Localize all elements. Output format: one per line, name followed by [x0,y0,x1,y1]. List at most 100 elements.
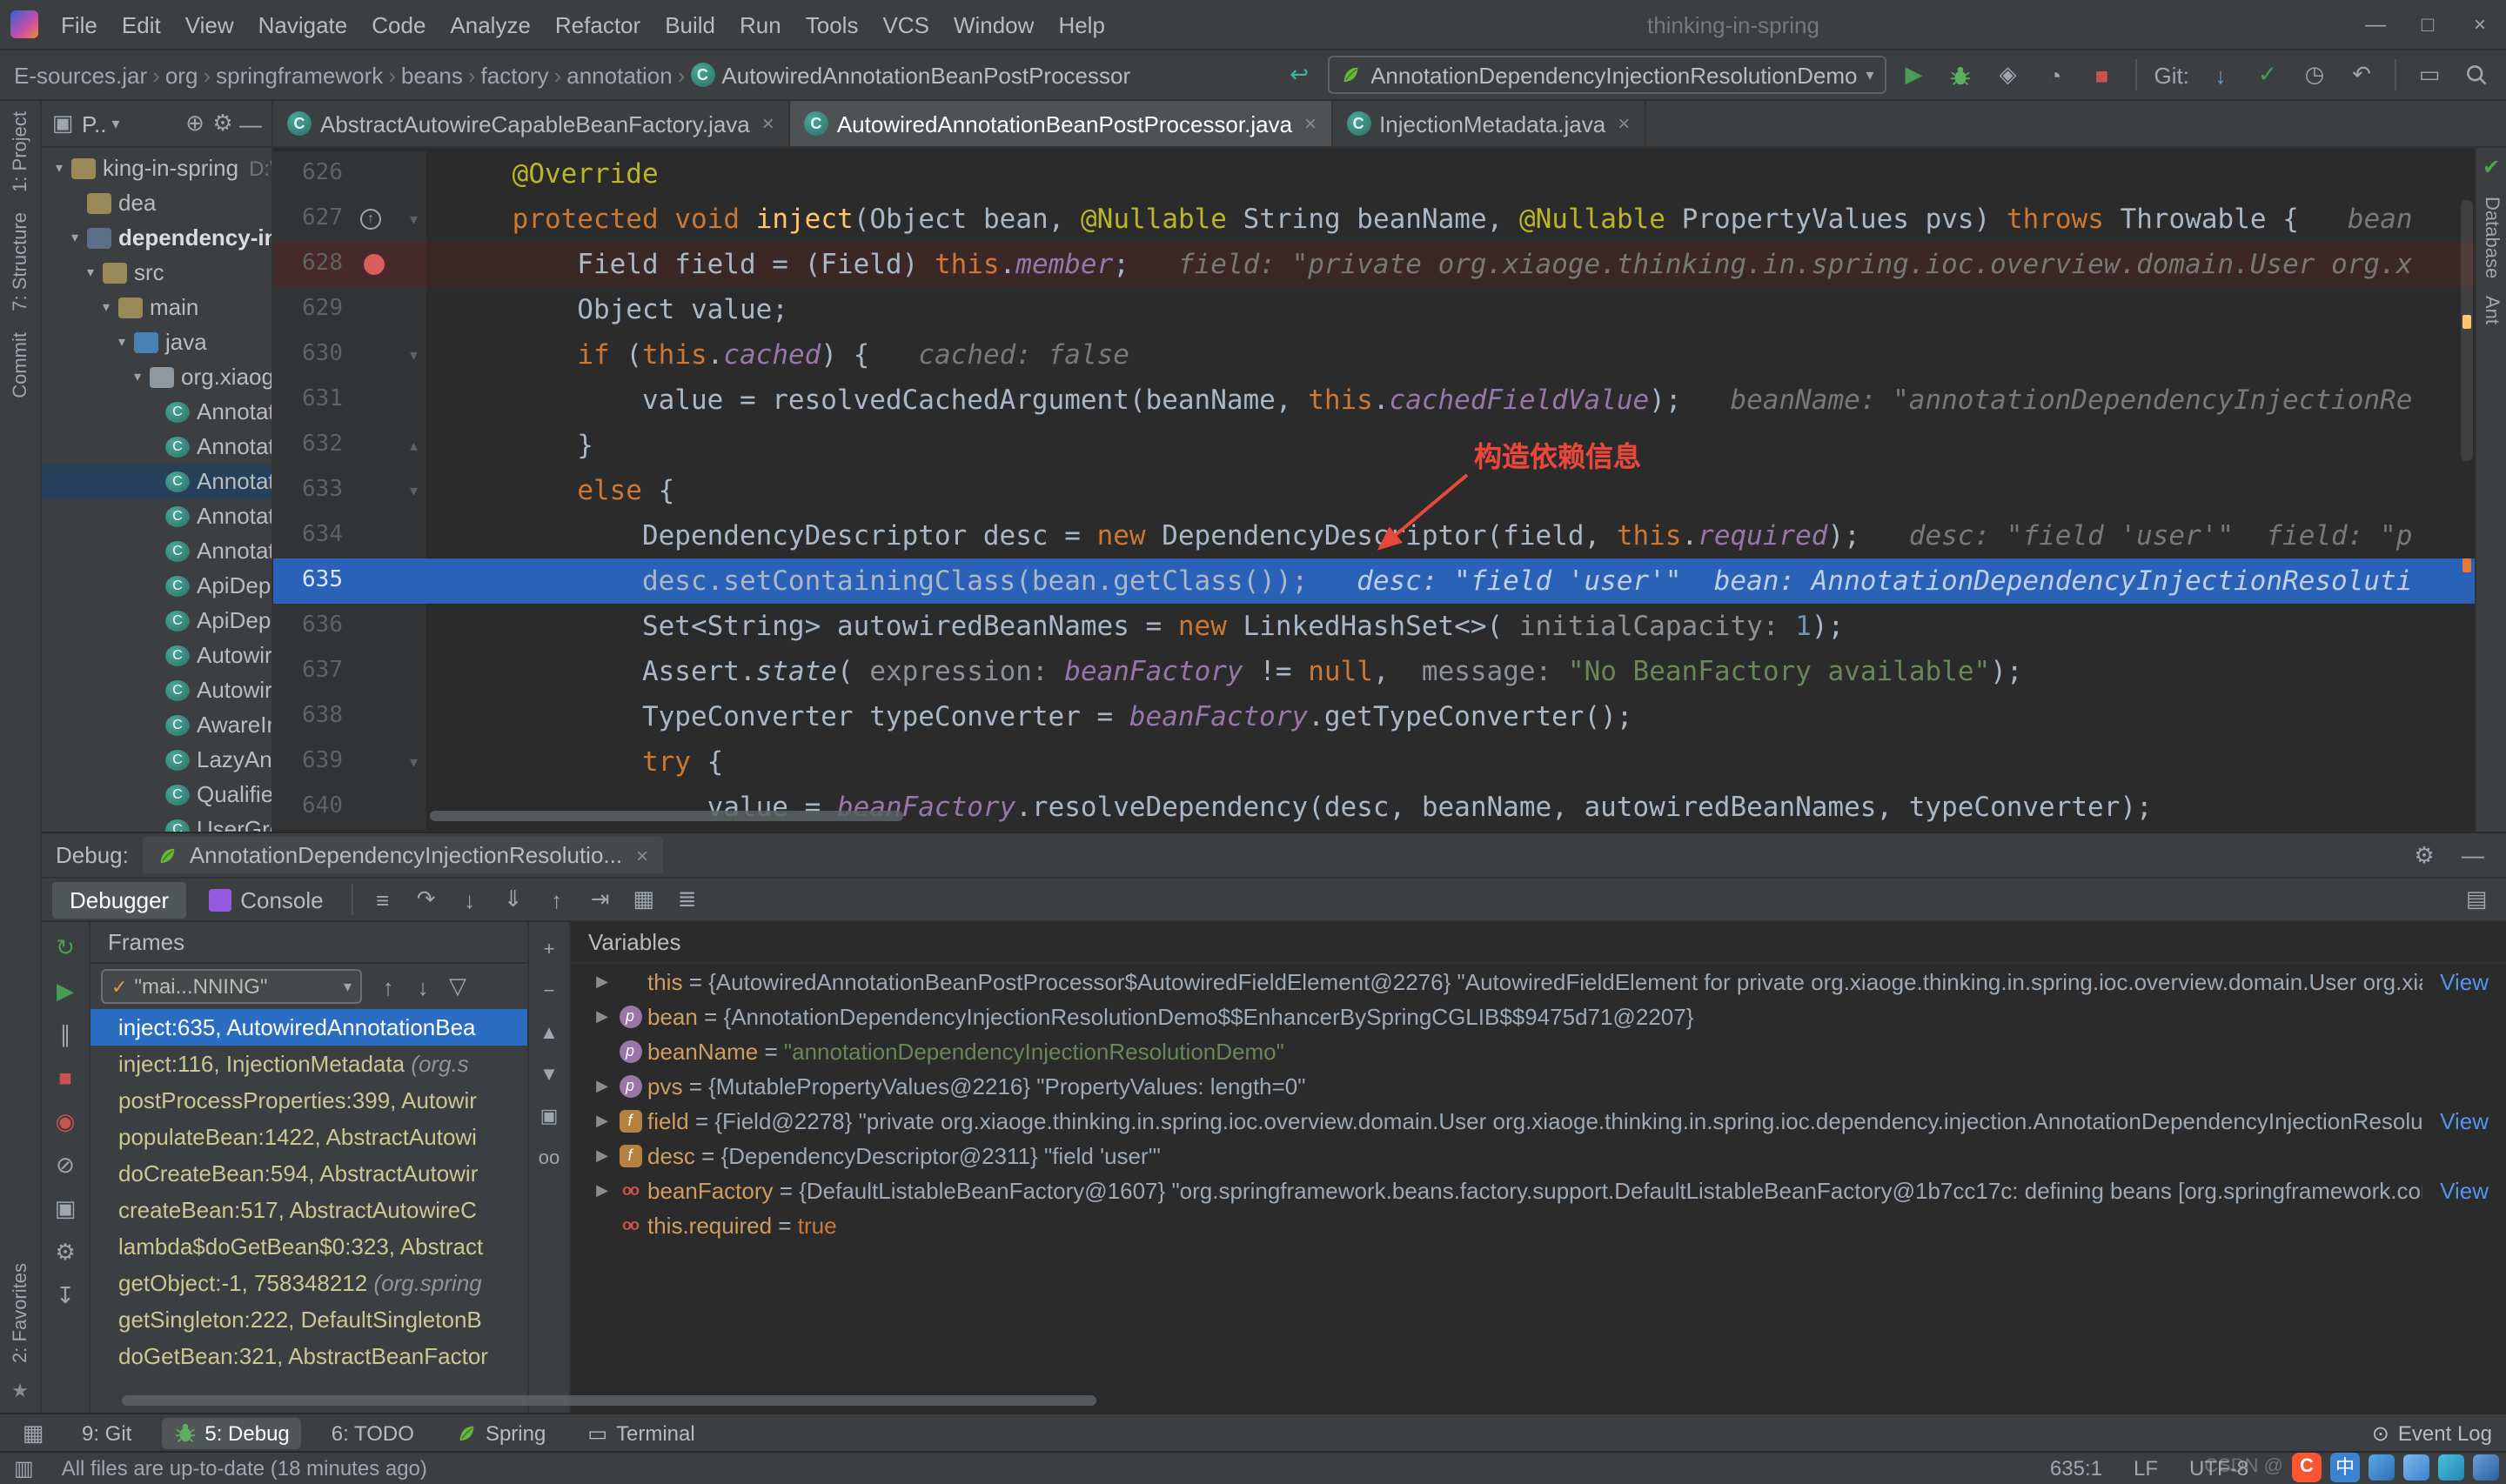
step-out-icon[interactable]: ↑ [538,882,576,917]
tree-item[interactable]: CAnnotati... [42,395,271,430]
pause-icon[interactable]: ∥ [46,1019,84,1049]
variable-row[interactable]: ▶ppvs = {MutablePropertyValues@2216} "Pr… [571,1068,2506,1103]
frame-item[interactable]: doGetBean:321, AbstractBeanFactor [90,1338,527,1374]
gutter[interactable] [357,513,426,558]
gutter[interactable]: ▾ [357,468,426,513]
frame-item[interactable]: postProcessProperties:399, Autowir [90,1082,527,1119]
code-line[interactable]: 636 Set<String> autowiredBeanNames = new… [273,604,2475,649]
pin-icon[interactable]: ↧ [46,1280,84,1310]
force-step-into-icon[interactable]: ⇓ [494,882,533,917]
tree-item[interactable]: ▾src [42,256,271,291]
close-icon[interactable]: × [636,843,648,867]
gutter[interactable] [357,378,426,423]
gutter[interactable]: ▾ [357,332,426,378]
toolwindow-stripe-ant[interactable]: Ant [2481,296,2502,324]
filter-frames-icon[interactable]: ▽ [442,969,473,1004]
step-over-icon[interactable]: ↷ [407,882,446,917]
expand-arrow-icon[interactable]: ▶ [588,972,616,991]
editor-tab[interactable]: CAutowiredAnnotationBeanPostProcessor.ja… [790,101,1332,146]
breadcrumb-item[interactable]: org [162,62,202,88]
debug-tab-console[interactable]: Console [191,881,340,918]
line-number[interactable]: 637 [273,649,357,694]
thread-selector[interactable]: ✓ "mai...NNING" ▾ [101,969,362,1004]
coverage-button[interactable]: ◈ [1989,57,2027,92]
debug-button[interactable] [1942,57,1980,92]
tree-item[interactable]: CUserGro... [42,812,271,832]
toolwindow-button-6-todo[interactable]: 6: TODO [319,1417,426,1448]
line-number[interactable]: 640 [273,785,357,830]
variable-row[interactable]: ▶ffield = {Field@2278} "private org.xiao… [571,1103,2506,1138]
variable-row[interactable]: ▶pbean = {AnnotationDependencyInjectionR… [571,999,2506,1033]
frame-item[interactable]: populateBean:1422, AbstractAutowi [90,1119,527,1155]
code-line[interactable]: 635 desc.setContainingClass(bean.getClas… [273,558,2475,604]
toolwindow-stripe-commit[interactable]: Commit [10,333,30,399]
run-configuration-select[interactable]: AnnotationDependencyInjectionResolutionD… [1327,56,1886,94]
gutter[interactable] [357,785,426,830]
menu-window[interactable]: Window [941,0,1047,50]
view-breakpoints-icon[interactable]: ◉ [46,1106,84,1136]
frame-item[interactable]: inject:635, AutowiredAnnotationBea [90,1009,527,1046]
close-tab-icon[interactable]: × [1618,111,1630,136]
code-line[interactable]: 632▴ } [273,423,2475,468]
debug-settings-icon[interactable]: ⚙ [46,1237,84,1267]
frame-item[interactable]: inject:116, InjectionMetadata (org.s [90,1046,527,1082]
tree-item[interactable]: dea [42,186,271,221]
toolwindow-button-5-debug[interactable]: 5: Debug [161,1417,301,1448]
breadcrumb-class[interactable]: CAutowiredAnnotationBeanPostProcessor [687,62,1134,88]
mute-breakpoints-icon[interactable]: ⊘ [46,1150,84,1180]
code-line[interactable]: 634 DependencyDescriptor desc = new Depe… [273,513,2475,558]
settings-icon[interactable]: ⚙ [209,106,237,141]
history-button[interactable]: ◷ [2295,57,2334,92]
menu-run[interactable]: Run [727,0,794,50]
toolwindow-button-spring[interactable]: Spring [444,1417,558,1448]
tree-item[interactable]: ▾org.xiaoge.t... [42,360,271,395]
panel-settings-icon[interactable]: ⚙ [2405,838,2443,872]
close-button[interactable]: × [2454,12,2506,37]
variable-row[interactable]: ▶oobeanFactory = {DefaultListableBeanFac… [571,1173,2506,1207]
overrides-icon[interactable]: ↑ [360,209,381,230]
tree-item[interactable]: ▾main [42,291,271,325]
menu-view[interactable]: View [173,0,246,50]
tree-item[interactable]: CAnnotati... [42,465,271,499]
frame-down-icon[interactable]: ↓ [407,969,439,1004]
line-number[interactable]: 630 [273,332,357,378]
hide-debug-icon[interactable]: ― [2454,838,2492,872]
breadcrumb-item[interactable]: beans [398,62,466,88]
tree-item[interactable]: ▾java [42,325,271,360]
variable-row[interactable]: ▶this = {AutowiredAnnotationBeanPostProc… [571,964,2506,999]
breadcrumb-item[interactable]: springframework [212,62,386,88]
tree-item[interactable]: CApiDepe... [42,569,271,604]
code-line[interactable]: 638 TypeConverter typeConverter = beanFa… [273,694,2475,739]
tree-item[interactable]: CAnnotati... [42,534,271,569]
view-link[interactable]: View [2440,1177,2496,1203]
line-number[interactable]: 626 [273,151,357,197]
line-separator[interactable]: LF [2134,1456,2158,1481]
toolwindow-stripe-7-structure[interactable]: 7: Structure [10,213,30,312]
rollback-button[interactable]: ↶ [2342,57,2381,92]
menu-vcs[interactable]: VCS [870,0,941,50]
gutter[interactable]: ↑▾ [357,197,426,242]
gutter[interactable] [357,151,426,197]
frame-item[interactable]: getObject:-1, 758348212 (org.spring [90,1265,527,1301]
move-watch-down-icon[interactable]: ▼ [533,1061,565,1087]
fold-icon[interactable]: ▴ [410,423,418,468]
expand-arrow-icon[interactable]: ▶ [588,1006,616,1026]
gutter[interactable] [357,287,426,332]
tree-item[interactable]: ▾king-in-springD:\wor [42,151,271,186]
frame-item[interactable]: doCreateBean:594, AbstractAutowir [90,1155,527,1192]
close-tab-icon[interactable]: × [762,111,774,136]
line-number[interactable]: 627 [273,197,357,242]
tree-item[interactable]: CApiDepe... [42,604,271,638]
line-number[interactable]: 638 [273,694,357,739]
view-breakpoints-grid-icon[interactable]: ▦ [625,882,663,917]
stop-button[interactable]: ■ [2083,57,2121,92]
expand-arrow-icon[interactable]: ▶ [588,1146,616,1165]
expand-arrow-icon[interactable]: ▶ [588,1076,616,1095]
run-button[interactable]: ▶ [1895,57,1933,92]
frame-up-icon[interactable]: ↑ [372,969,404,1004]
fold-icon[interactable]: ▾ [410,468,418,513]
menu-file[interactable]: File [49,0,110,50]
fold-icon[interactable]: ▾ [410,197,418,242]
settings-sliders-icon[interactable]: ≣ [668,882,707,917]
step-into-icon[interactable]: ↓ [451,882,489,917]
